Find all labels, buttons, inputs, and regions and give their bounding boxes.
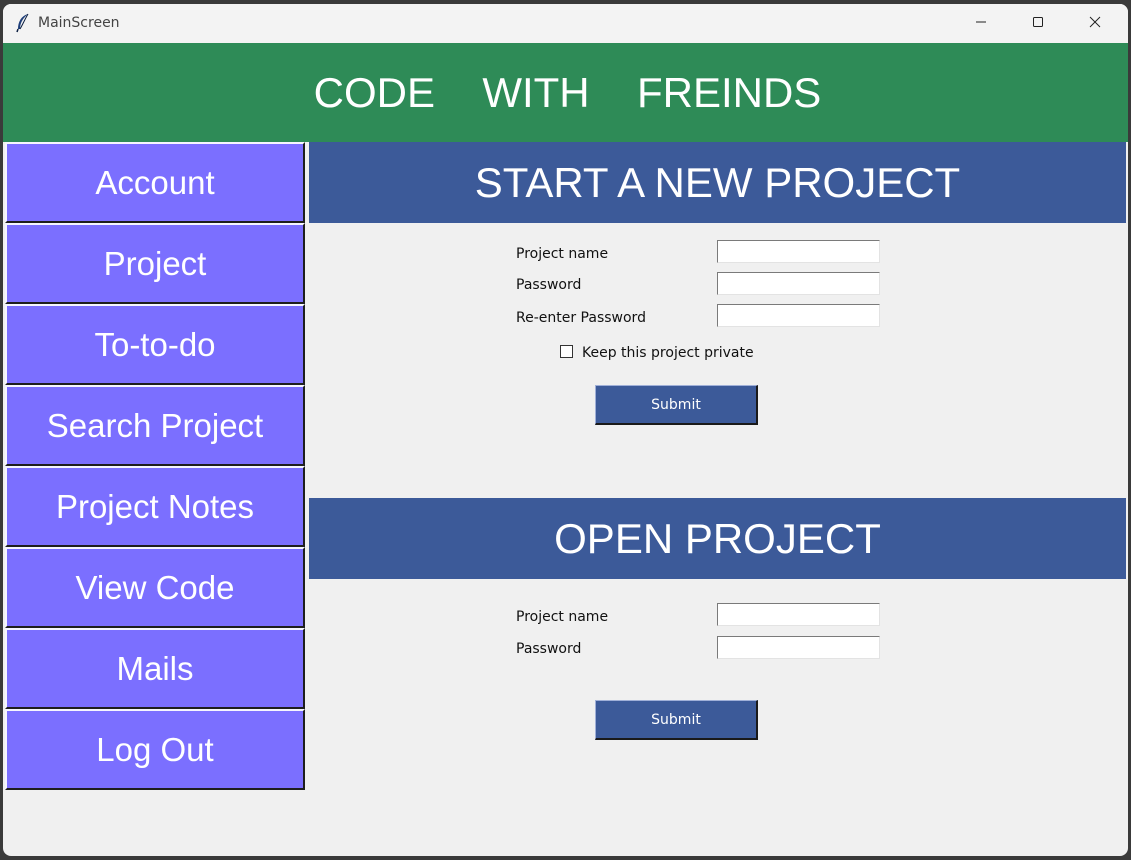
minimize-button[interactable]	[953, 4, 1009, 43]
open-project-password-input[interactable]	[717, 636, 880, 659]
sidebar-item-search-project[interactable]: Search Project	[5, 385, 305, 466]
app-header: CODE WITH FREINDS	[3, 43, 1128, 142]
title-bar[interactable]: MainScreen	[3, 4, 1128, 43]
minimize-icon	[975, 15, 987, 33]
open-project-header: OPEN PROJECT	[309, 498, 1126, 579]
open-project-submit-button[interactable]: Submit	[595, 700, 758, 740]
sidebar-item-todo[interactable]: To-to-do	[5, 304, 305, 385]
main-window: MainScreen CODE WITH FREINDS Account Pro…	[3, 4, 1128, 856]
new-project-submit-button[interactable]: Submit	[595, 385, 758, 425]
sidebar-item-mails[interactable]: Mails	[5, 628, 305, 709]
new-project-name-label: Project name	[516, 246, 609, 262]
close-button[interactable]	[1067, 4, 1123, 43]
new-project-header: START A NEW PROJECT	[309, 142, 1126, 223]
sidebar-item-project[interactable]: Project	[5, 223, 305, 304]
open-project-password-label: Password	[516, 641, 582, 657]
window-title: MainScreen	[38, 15, 120, 31]
open-project-name-label: Project name	[516, 609, 609, 625]
private-checkbox-label: Keep this project private	[582, 345, 754, 361]
sidebar-item-log-out[interactable]: Log Out	[5, 709, 305, 790]
open-project-name-input[interactable]	[717, 603, 880, 626]
new-project-password-label: Password	[516, 277, 582, 293]
new-project-reenter-input[interactable]	[717, 304, 880, 327]
sidebar-item-account[interactable]: Account	[5, 142, 305, 223]
sidebar-item-view-code[interactable]: View Code	[5, 547, 305, 628]
new-project-name-input[interactable]	[717, 240, 880, 263]
maximize-button[interactable]	[1010, 4, 1066, 43]
private-checkbox[interactable]	[560, 345, 573, 358]
sidebar-item-project-notes[interactable]: Project Notes	[5, 466, 305, 547]
close-icon	[1089, 15, 1101, 33]
new-project-reenter-label: Re-enter Password	[516, 310, 646, 326]
feather-icon	[15, 13, 31, 33]
sidebar-nav: Account Project To-to-do Search Project …	[5, 142, 305, 790]
app-title: CODE WITH FREINDS	[313, 68, 822, 116]
maximize-icon	[1032, 15, 1044, 33]
new-project-password-input[interactable]	[717, 272, 880, 295]
